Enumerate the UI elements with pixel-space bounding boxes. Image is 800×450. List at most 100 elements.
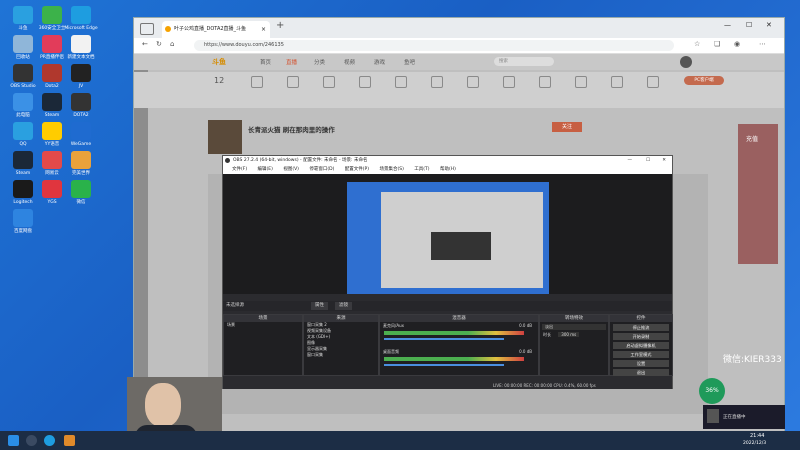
scene-item[interactable]: 场景 <box>224 322 302 328</box>
bar-item[interactable] <box>386 76 416 91</box>
transition-select[interactable]: 淡出 <box>542 324 606 330</box>
start-button-icon[interactable] <box>8 435 19 446</box>
app-icon <box>13 180 33 198</box>
menu-view[interactable]: 视图(V) <box>283 167 299 172</box>
url-input[interactable]: https://www.douyu.com/246135 <box>194 40 674 51</box>
tab-actions-icon[interactable] <box>140 23 154 35</box>
app-icon <box>42 180 62 198</box>
menu-docks[interactable]: 停靠窗口(D) <box>309 167 334 172</box>
app-icon <box>71 122 91 140</box>
menu-tools[interactable]: 工具(T) <box>414 167 429 172</box>
desktop-icon[interactable]: 百度网盘 <box>6 209 40 234</box>
menu-icon[interactable]: ⋯ <box>759 40 766 48</box>
site-logo[interactable]: 斗鱼 <box>212 57 226 67</box>
refresh-icon[interactable]: ↻ <box>156 40 162 48</box>
mixer-channel: 桌面音频 0.0 dB <box>380 348 538 374</box>
desktop-icon[interactable]: DOTA2 <box>64 93 98 118</box>
close-window-button[interactable]: ✕ <box>766 21 772 29</box>
bar-item[interactable] <box>458 76 488 91</box>
desktop-icon[interactable]: JV <box>64 64 98 89</box>
search-icon[interactable] <box>26 435 37 446</box>
filters-button[interactable]: 滤镜 <box>335 302 352 310</box>
obs-taskbar-icon[interactable] <box>64 435 75 446</box>
browser-tab[interactable]: 叶子公鸡直播_DOTA2直播_斗鱼 × <box>162 21 270 38</box>
browser-tab-bar: 叶子公鸡直播_DOTA2直播_斗鱼 × + — ☐ ✕ <box>134 18 784 38</box>
settings-button[interactable]: 设置 <box>613 360 669 367</box>
obs-maximize-button[interactable]: ☐ <box>646 156 650 165</box>
profile-icon[interactable]: ◉ <box>734 40 740 48</box>
duration-input[interactable]: 300 ms <box>558 332 580 337</box>
bar-item[interactable] <box>350 76 380 91</box>
controls-header: 控件 <box>610 315 672 322</box>
bar-item[interactable] <box>242 76 272 91</box>
volume-slider[interactable] <box>384 364 504 366</box>
collections-icon[interactable]: ❏ <box>714 40 720 48</box>
edge-taskbar-icon[interactable] <box>44 435 55 446</box>
virtual-camera-button[interactable]: 启动虚拟摄像机 <box>613 342 669 349</box>
home-icon[interactable]: ⌂ <box>170 40 174 48</box>
follow-button[interactable]: 关注 <box>552 122 582 132</box>
nav-video[interactable]: 视频 <box>344 58 355 66</box>
favorites-icon[interactable]: ☆ <box>694 40 700 48</box>
start-recording-button[interactable]: 开始录制 <box>613 333 669 340</box>
obs-minimize-button[interactable]: — <box>628 156 633 165</box>
nav-live[interactable]: 直播 <box>286 58 297 66</box>
desktop-icon-label: WeGame <box>70 142 92 147</box>
bar-item[interactable] <box>566 76 596 91</box>
menu-edit[interactable]: 编辑(E) <box>258 167 273 172</box>
desktop-icon-label: Microsoft Edge <box>64 26 98 31</box>
desktop-icon[interactable]: Microsoft Edge <box>64 6 98 31</box>
stop-streaming-button[interactable]: 停止推流 <box>613 324 669 331</box>
bar-item[interactable] <box>602 76 632 91</box>
nav-home[interactable]: 首页 <box>260 58 271 66</box>
notification-toast[interactable]: 正在直播中 <box>703 405 785 429</box>
taskbar: 21:44 2022/12/3 <box>0 431 800 450</box>
maximize-button[interactable]: ☐ <box>746 21 752 29</box>
preview-nested-window <box>381 192 543 288</box>
back-icon[interactable]: ← <box>142 40 148 48</box>
nav-category[interactable]: 分类 <box>314 58 325 66</box>
source-item[interactable]: 窗口采集 <box>304 352 378 358</box>
site-search-input[interactable]: 搜索 <box>494 57 554 66</box>
bar-item[interactable] <box>314 76 344 91</box>
avatar[interactable] <box>680 56 692 68</box>
volume-slider[interactable] <box>384 338 504 340</box>
bar-item[interactable] <box>638 76 668 91</box>
menu-scene-collection[interactable]: 场景集合(S) <box>379 167 403 172</box>
obs-preview[interactable] <box>223 174 672 294</box>
desktop-icon[interactable]: WeGame <box>64 122 98 147</box>
streamer-avatar[interactable] <box>208 120 242 154</box>
menu-profile[interactable]: 配置文件(P) <box>345 167 369 172</box>
menu-help[interactable]: 帮助(H) <box>440 167 456 172</box>
douyu-favicon-icon <box>165 26 171 32</box>
minimize-button[interactable]: — <box>724 21 731 29</box>
pc-client-button[interactable]: PC客户端 <box>684 76 724 85</box>
nav-yuba[interactable]: 鱼吧 <box>404 58 415 66</box>
transitions-panel: 转场特效 淡出 时长 300 ms <box>539 314 609 376</box>
desktop-icon[interactable]: 完美世界 <box>64 151 98 176</box>
nav-game[interactable]: 游戏 <box>374 58 385 66</box>
desktop-icon-label: 百度网盘 <box>14 229 32 234</box>
desktop-icon[interactable]: 新建文本文档 <box>64 35 98 60</box>
properties-button[interactable]: 属性 <box>311 302 328 310</box>
bar-item[interactable] <box>422 76 452 91</box>
app-icon <box>71 151 91 169</box>
obs-titlebar: OBS 27.2.4 (64-bit, windows) - 配置文件: 未命名… <box>223 156 672 165</box>
studio-mode-button[interactable]: 工作室模式 <box>613 351 669 358</box>
obs-close-button[interactable]: ✕ <box>662 156 666 165</box>
menu-file[interactable]: 文件(F) <box>232 167 247 172</box>
duration-row: 时长 300 ms <box>540 332 608 338</box>
obs-statusbar: LIVE: 00:00:00 REC: 00:00:00 CPU: 0.4%, … <box>223 382 672 389</box>
side-banner[interactable]: 充值 <box>738 124 778 264</box>
bar-item[interactable] <box>278 76 308 91</box>
bar-item[interactable] <box>530 76 560 91</box>
preview-nested-obs <box>431 232 491 260</box>
desktop-icon[interactable]: 微信 <box>64 180 98 205</box>
new-tab-button[interactable]: + <box>276 20 284 31</box>
wechat-watermark: 微信:KIER333 <box>723 355 782 365</box>
tab-title: 叶子公鸡直播_DOTA2直播_斗鱼 <box>174 26 247 32</box>
obs-window[interactable]: OBS 27.2.4 (64-bit, windows) - 配置文件: 未命名… <box>222 155 673 389</box>
tab-close-icon[interactable]: × <box>261 21 266 38</box>
exit-button[interactable]: 退出 <box>613 369 669 376</box>
bar-item[interactable] <box>494 76 524 91</box>
